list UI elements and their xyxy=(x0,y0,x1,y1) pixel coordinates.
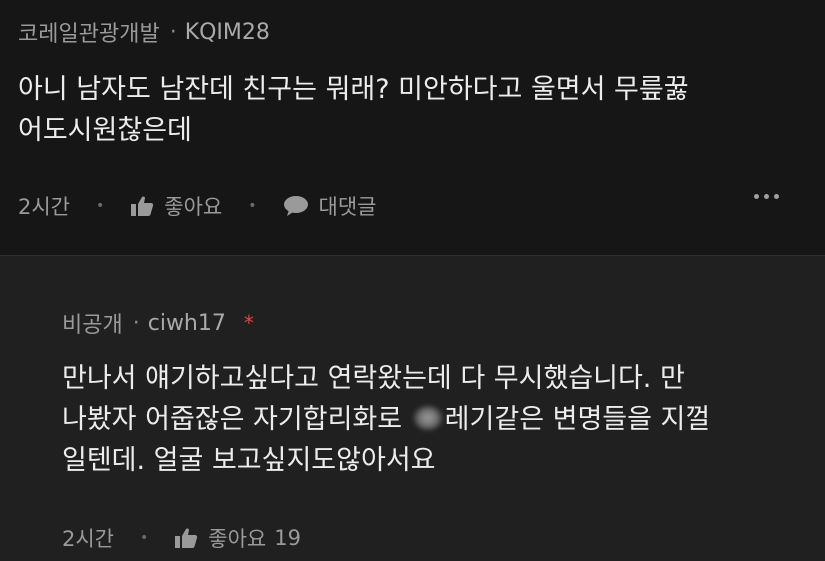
comment-1-like-button[interactable]: 좋아요 xyxy=(130,191,222,221)
comment-2-time: 2시간 xyxy=(62,527,115,551)
action-divider: • xyxy=(96,198,105,214)
action-divider: • xyxy=(140,530,149,546)
comment-1-username[interactable]: KQIM28 xyxy=(185,20,270,45)
speech-bubble-icon xyxy=(283,196,308,216)
comment-1-header: 코레일관광개발 · KQIM28 xyxy=(18,16,270,48)
comment-1-body: 아니 남자도 남잔데 친구는 뭐래? 미안하다고 울면서 무릎꿇 어도시원찮은데 xyxy=(18,69,689,151)
comment-1-line-2: 어도시원찮은데 xyxy=(18,115,192,146)
comment-2-separator: · xyxy=(132,310,140,336)
comment-2-username[interactable]: ciwh17 xyxy=(148,311,226,336)
censored-blur xyxy=(412,405,443,431)
comment-1-reply-button[interactable]: 대댓글 xyxy=(283,191,377,221)
comment-2-like-label: 좋아요 xyxy=(208,527,267,551)
author-badge: * xyxy=(243,311,254,335)
comment-1: 코레일관광개발 · KQIM28 아니 남자도 남잔데 친구는 뭐래? 미안하다… xyxy=(0,0,825,255)
more-dots-icon[interactable] xyxy=(754,194,779,199)
thumbs-up-icon xyxy=(175,528,198,548)
comment-2-line-1: 만나서 얘기하고싶다고 연락왔는데 다 무시했습니다. 만 xyxy=(62,363,685,394)
more-dot xyxy=(764,194,769,199)
comment-1-actions: 2시간 • 좋아요 • 대댓글 xyxy=(18,191,376,221)
comment-1-reply-label: 대댓글 xyxy=(318,195,377,219)
comment-2-actions: 2시간 • 좋아요 19 xyxy=(62,523,301,553)
comment-2-reply: 비공개 · ciwh17 * 만나서 얘기하고싶다고 연락왔는데 다 무시했습니… xyxy=(0,256,825,561)
action-divider: • xyxy=(248,198,257,214)
comment-2-header: 비공개 · ciwh17 * xyxy=(62,307,254,339)
more-dot xyxy=(754,194,759,199)
comment-2-line-2: 나봤자 어줍잖은 자기합리화로 레기같은 변명들을 지껄 xyxy=(62,399,710,440)
thumbs-up-icon xyxy=(131,196,154,216)
comment-2-author[interactable]: 비공개 xyxy=(62,307,123,339)
comment-2-like-count: 19 xyxy=(274,526,301,550)
comment-2-line-2-suffix: 레기같은 변명들을 지껄 xyxy=(444,404,711,435)
comment-1-like-label: 좋아요 xyxy=(164,195,223,219)
comment-1-line-1: 아니 남자도 남잔데 친구는 뭐래? 미안하다고 울면서 무릎꿇 xyxy=(18,74,689,105)
comment-2-like-button[interactable]: 좋아요 19 xyxy=(174,523,301,553)
comment-2-line-3: 일텐데. 얼굴 보고싶지도않아서요 xyxy=(62,445,436,476)
comment-1-time: 2시간 xyxy=(18,195,71,219)
comment-1-author[interactable]: 코레일관광개발 xyxy=(18,16,160,48)
comment-2-line-2-prefix: 나봤자 어줍잖은 자기합리화로 xyxy=(62,404,411,435)
comment-2-body: 만나서 얘기하고싶다고 연락왔는데 다 무시했습니다. 만 나봤자 어줍잖은 자… xyxy=(62,358,710,481)
comment-1-separator: · xyxy=(169,19,177,45)
more-dot xyxy=(774,194,779,199)
